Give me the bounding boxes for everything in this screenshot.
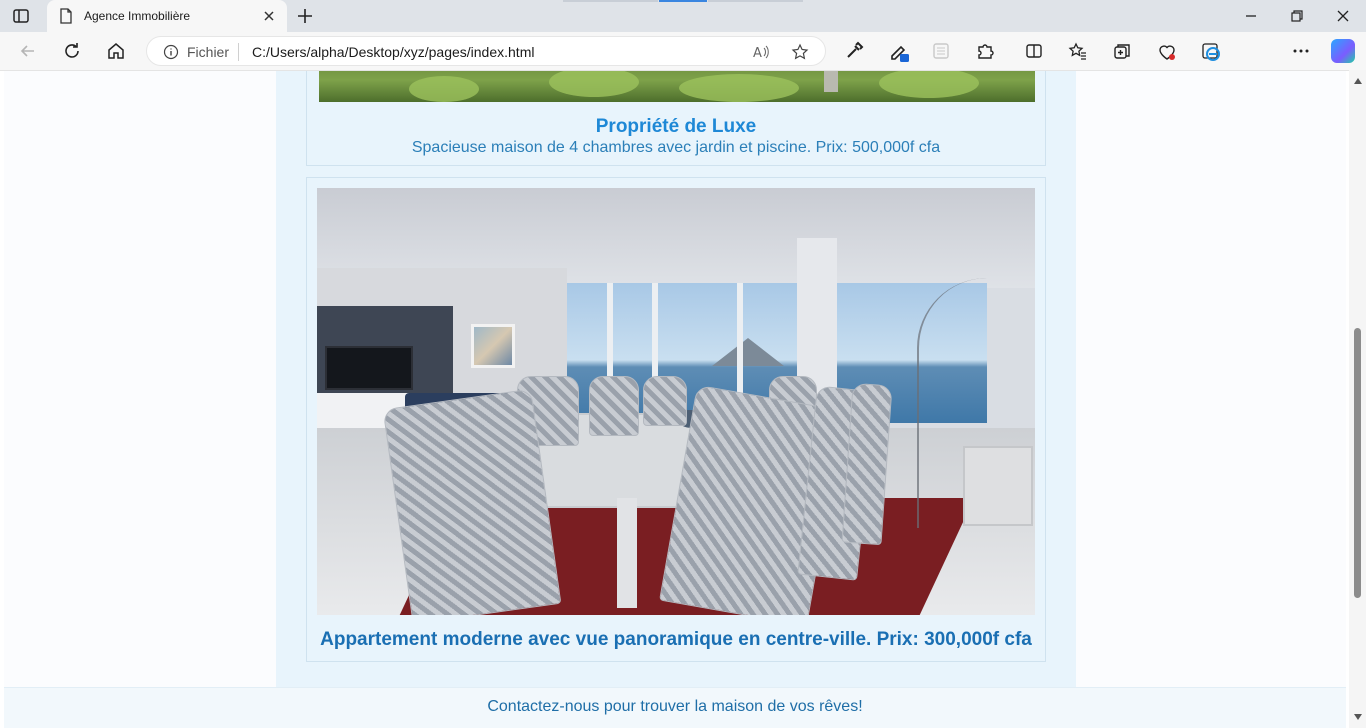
eyedropper-extension-icon[interactable] xyxy=(844,41,864,61)
image-foliage xyxy=(879,71,979,98)
page-footer: Contactez-nous pour trouver la maison de… xyxy=(4,687,1346,728)
tab-title: Agence Immobilière xyxy=(84,9,191,23)
read-aloud-icon[interactable]: A xyxy=(752,43,770,61)
image-foliage xyxy=(679,74,799,102)
new-tab-icon[interactable] xyxy=(296,7,314,25)
image-television xyxy=(325,346,413,390)
scroll-up-arrow-icon[interactable] xyxy=(1354,78,1362,84)
favorite-star-icon[interactable] xyxy=(791,43,809,61)
image-chair xyxy=(589,376,639,436)
browser-tab[interactable]: Agence Immobilière xyxy=(47,0,287,32)
tab-strip-divider xyxy=(708,0,803,2)
image-chair xyxy=(382,388,562,615)
property-image-garden xyxy=(319,71,1035,102)
image-chair xyxy=(643,376,687,426)
vertical-scrollbar[interactable] xyxy=(1349,70,1366,728)
back-icon[interactable] xyxy=(18,41,38,61)
scroll-down-arrow-icon[interactable] xyxy=(1354,714,1362,720)
tab-actions-icon[interactable] xyxy=(12,7,30,25)
collections-icon[interactable] xyxy=(1112,41,1132,61)
image-mountain xyxy=(712,338,784,366)
scrollbar-thumb[interactable] xyxy=(1354,328,1361,598)
close-tab-icon[interactable] xyxy=(261,8,277,24)
property-title: Propriété de Luxe xyxy=(595,116,757,137)
page-icon xyxy=(59,8,73,24)
footer-text: Contactez-nous pour trouver la maison de… xyxy=(487,698,863,715)
property-image-dining-room xyxy=(317,188,1035,615)
image-post xyxy=(824,71,838,92)
browser-titlebar: Agence Immobilière xyxy=(0,0,1366,32)
more-options-icon[interactable] xyxy=(1291,41,1311,61)
url-text[interactable]: C:/Users/alpha/Desktop/xyz/pages/index.h… xyxy=(252,44,534,60)
internet-explorer-mode-icon[interactable] xyxy=(1200,41,1220,61)
site-info-label[interactable]: Fichier xyxy=(187,44,229,60)
disabled-extension-icon[interactable] xyxy=(931,41,951,61)
browser-toolbar: Fichier C:/Users/alpha/Desktop/xyz/pages… xyxy=(0,32,1366,94)
address-bar[interactable]: Fichier C:/Users/alpha/Desktop/xyz/pages… xyxy=(146,36,826,66)
property-title: Appartement moderne avec vue panoramique… xyxy=(320,629,1032,650)
minimize-icon[interactable] xyxy=(1243,8,1259,24)
tab-strip-divider xyxy=(563,0,658,2)
property-description: Spacieuse maison de 4 chambres avec jard… xyxy=(411,139,941,156)
tab-strip-active-marker xyxy=(659,0,707,2)
property-card: Propriété de Luxe Spacieuse maison de 4 … xyxy=(306,71,1046,166)
image-foliage xyxy=(549,71,639,97)
refresh-icon[interactable] xyxy=(62,41,82,61)
page-viewport: Propriété de Luxe Spacieuse maison de 4 … xyxy=(0,70,1366,728)
image-side-table xyxy=(963,446,1033,526)
browser-essentials-icon[interactable] xyxy=(1156,41,1176,61)
favorites-icon[interactable] xyxy=(1068,41,1088,61)
home-icon[interactable] xyxy=(106,41,126,61)
image-painting xyxy=(471,324,515,368)
svg-text:A: A xyxy=(753,46,762,61)
property-card: Appartement moderne avec vue panoramique… xyxy=(306,177,1046,662)
info-icon[interactable] xyxy=(163,44,179,60)
copilot-icon[interactable] xyxy=(1331,39,1355,63)
image-foliage xyxy=(409,76,479,102)
split-screen-icon[interactable] xyxy=(1024,41,1044,61)
close-window-icon[interactable] xyxy=(1335,8,1351,24)
url-separator xyxy=(238,43,239,61)
extensions-puzzle-icon[interactable] xyxy=(975,41,995,61)
restore-icon[interactable] xyxy=(1289,8,1305,24)
image-table-leg xyxy=(617,498,637,608)
edit-extension-icon[interactable] xyxy=(889,41,909,62)
